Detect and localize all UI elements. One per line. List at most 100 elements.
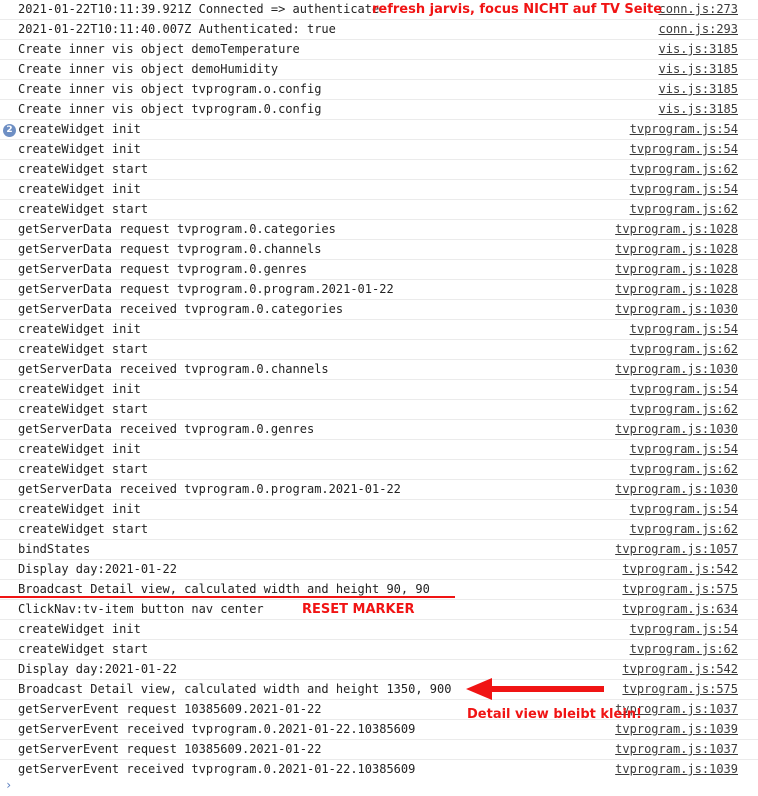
log-source-link[interactable]: tvprogram.js:54 — [630, 120, 738, 139]
log-message-text: getServerData request tvprogram.0.catego… — [18, 222, 336, 236]
log-source-link[interactable]: tvprogram.js:62 — [630, 340, 738, 359]
console-log-row[interactable]: ClickNav:tv-item button nav center tvprog… — [0, 600, 758, 620]
log-message-text: Create inner vis object tvprogram.o.conf… — [18, 82, 322, 96]
console-prompt-row[interactable]: › — [0, 776, 758, 796]
log-source-link[interactable]: tvprogram.js:62 — [630, 160, 738, 179]
log-source-link[interactable]: tvprogram.js:1030 — [615, 420, 738, 439]
log-source-link[interactable]: tvprogram.js:1057 — [615, 540, 738, 559]
log-source-link[interactable]: tvprogram.js:54 — [630, 180, 738, 199]
console-log-row[interactable]: Broadcast Detail view, calculated width … — [0, 680, 758, 700]
log-source-link[interactable]: conn.js:273 — [659, 0, 738, 19]
log-message-text: createWidget init — [18, 182, 141, 196]
log-source-link[interactable]: conn.js:293 — [659, 20, 738, 39]
console-log-row[interactable]: 2 createWidget init tvprogram.js:54 — [0, 120, 758, 140]
log-source-link[interactable]: tvprogram.js:62 — [630, 640, 738, 659]
log-source-link[interactable]: tvprogram.js:54 — [630, 440, 738, 459]
console-log-row[interactable]: getServerData request tvprogram.0.channe… — [0, 240, 758, 260]
console-log-row[interactable]: getServerData request tvprogram.0.catego… — [0, 220, 758, 240]
prompt-chevron-icon: › — [5, 778, 13, 792]
log-source-link[interactable]: vis.js:3185 — [659, 80, 738, 99]
log-source-link[interactable]: tvprogram.js:1028 — [615, 260, 738, 279]
console-log-row[interactable]: getServerEvent received tvprogram.0.2021… — [0, 720, 758, 740]
log-message-text: Create inner vis object demoTemperature — [18, 42, 300, 56]
console-log-row[interactable]: getServerData request tvprogram.0.progra… — [0, 280, 758, 300]
console-log-row[interactable]: getServerData received tvprogram.0.categ… — [0, 300, 758, 320]
log-source-link[interactable]: tvprogram.js:542 — [622, 660, 738, 679]
log-source-link[interactable]: tvprogram.js:62 — [630, 200, 738, 219]
log-message-text: createWidget start — [18, 202, 149, 216]
log-message-text: Create inner vis object demoHumidity — [18, 62, 279, 76]
log-message-text: Broadcast Detail view, calculated width … — [18, 682, 452, 696]
log-source-link[interactable]: vis.js:3185 — [659, 40, 738, 59]
log-source-link[interactable]: tvprogram.js:542 — [622, 560, 738, 579]
console-log-row[interactable]: createWidget init tvprogram.js:54 — [0, 500, 758, 520]
log-source-link[interactable]: tvprogram.js:1037 — [615, 700, 738, 719]
log-source-link[interactable]: tvprogram.js:54 — [630, 140, 738, 159]
log-source-link[interactable]: vis.js:3185 — [659, 60, 738, 79]
log-source-link[interactable]: tvprogram.js:1030 — [615, 480, 738, 499]
log-message-text: createWidget init — [18, 142, 141, 156]
log-source-link[interactable]: tvprogram.js:634 — [622, 600, 738, 619]
log-message-text: createWidget init — [18, 382, 141, 396]
log-source-link[interactable]: tvprogram.js:1030 — [615, 300, 738, 319]
console-log-row[interactable]: createWidget start tvprogram.js:62 — [0, 340, 758, 360]
console-log-row[interactable]: createWidget start tvprogram.js:62 — [0, 200, 758, 220]
log-message-text: createWidget init — [18, 322, 141, 336]
log-message-text: getServerData request tvprogram.0.channe… — [18, 242, 322, 256]
console-log-row[interactable]: Create inner vis object tvprogram.o.conf… — [0, 80, 758, 100]
console-log-row[interactable]: getServerEvent request 10385609.2021-01-… — [0, 740, 758, 760]
console-log-row[interactable]: Create inner vis object tvprogram.0.conf… — [0, 100, 758, 120]
console-log-row[interactable]: getServerData received tvprogram.0.progr… — [0, 480, 758, 500]
log-message-text: createWidget start — [18, 522, 149, 536]
log-source-link[interactable]: tvprogram.js:1028 — [615, 280, 738, 299]
log-source-link[interactable]: tvprogram.js:1039 — [615, 720, 738, 739]
log-message-text: Create inner vis object tvprogram.0.conf… — [18, 102, 322, 116]
log-message-text: Display day:2021-01-22 — [18, 662, 177, 676]
console-log-row[interactable]: createWidget start tvprogram.js:62 — [0, 160, 758, 180]
log-message-text: createWidget start — [18, 462, 149, 476]
log-message-text: bindStates — [18, 542, 91, 556]
console-log-row[interactable]: createWidget start tvprogram.js:62 — [0, 460, 758, 480]
console-log-row[interactable]: createWidget init tvprogram.js:54 — [0, 180, 758, 200]
console-log-row[interactable]: 2021-01-22T10:11:39.921Z Connected => au… — [0, 0, 758, 20]
console-log-row[interactable]: createWidget init tvprogram.js:54 — [0, 320, 758, 340]
console-log-row[interactable]: getServerData received tvprogram.0.chann… — [0, 360, 758, 380]
console-log-row[interactable]: Display day:2021-01-22 tvprogram.js:542 — [0, 660, 758, 680]
log-source-link[interactable]: tvprogram.js:1030 — [615, 360, 738, 379]
log-source-link[interactable]: tvprogram.js:54 — [630, 380, 738, 399]
log-source-link[interactable]: tvprogram.js:54 — [630, 320, 738, 339]
log-source-link[interactable]: tvprogram.js:54 — [630, 620, 738, 639]
log-source-link[interactable]: tvprogram.js:62 — [630, 460, 738, 479]
console-log-row[interactable]: getServerData received tvprogram.0.genre… — [0, 420, 758, 440]
console-log-row[interactable]: getServerData request tvprogram.0.genres… — [0, 260, 758, 280]
log-source-link[interactable]: tvprogram.js:62 — [630, 520, 738, 539]
console-log-row[interactable]: Broadcast Detail view, calculated width … — [0, 580, 758, 600]
log-message-text: getServerData received tvprogram.0.progr… — [18, 482, 401, 496]
console-log-row[interactable]: createWidget start tvprogram.js:62 — [0, 520, 758, 540]
log-message-text: createWidget start — [18, 402, 149, 416]
log-repeat-count-badge: 2 — [3, 124, 16, 137]
log-message-text: getServerEvent received tvprogram.0.2021… — [18, 722, 416, 736]
log-source-link[interactable]: tvprogram.js:575 — [622, 580, 738, 599]
log-source-link[interactable]: tvprogram.js:575 — [622, 680, 738, 699]
log-message-text: createWidget init — [18, 622, 141, 636]
console-log-row[interactable]: createWidget init tvprogram.js:54 — [0, 440, 758, 460]
console-log-row[interactable]: createWidget start tvprogram.js:62 — [0, 640, 758, 660]
console-command-input[interactable] — [20, 778, 750, 794]
log-source-link[interactable]: vis.js:3185 — [659, 100, 738, 119]
console-log-row[interactable]: bindStates tvprogram.js:1057 — [0, 540, 758, 560]
console-log-row[interactable]: Create inner vis object demoHumidity vis.… — [0, 60, 758, 80]
console-log-row[interactable]: createWidget init tvprogram.js:54 — [0, 140, 758, 160]
console-log-row[interactable]: createWidget init tvprogram.js:54 — [0, 380, 758, 400]
log-source-link[interactable]: tvprogram.js:1037 — [615, 740, 738, 759]
log-source-link[interactable]: tvprogram.js:1028 — [615, 240, 738, 259]
console-log-row[interactable]: createWidget init tvprogram.js:54 — [0, 620, 758, 640]
console-log-row[interactable]: 2021-01-22T10:11:40.007Z Authenticated: … — [0, 20, 758, 40]
console-log-row[interactable]: Display day:2021-01-22 tvprogram.js:542 — [0, 560, 758, 580]
console-log-row[interactable]: Create inner vis object demoTemperature v… — [0, 40, 758, 60]
console-log-row[interactable]: getServerEvent request 10385609.2021-01-… — [0, 700, 758, 720]
console-log-row[interactable]: createWidget start tvprogram.js:62 — [0, 400, 758, 420]
log-source-link[interactable]: tvprogram.js:54 — [630, 500, 738, 519]
log-source-link[interactable]: tvprogram.js:1028 — [615, 220, 738, 239]
log-source-link[interactable]: tvprogram.js:62 — [630, 400, 738, 419]
